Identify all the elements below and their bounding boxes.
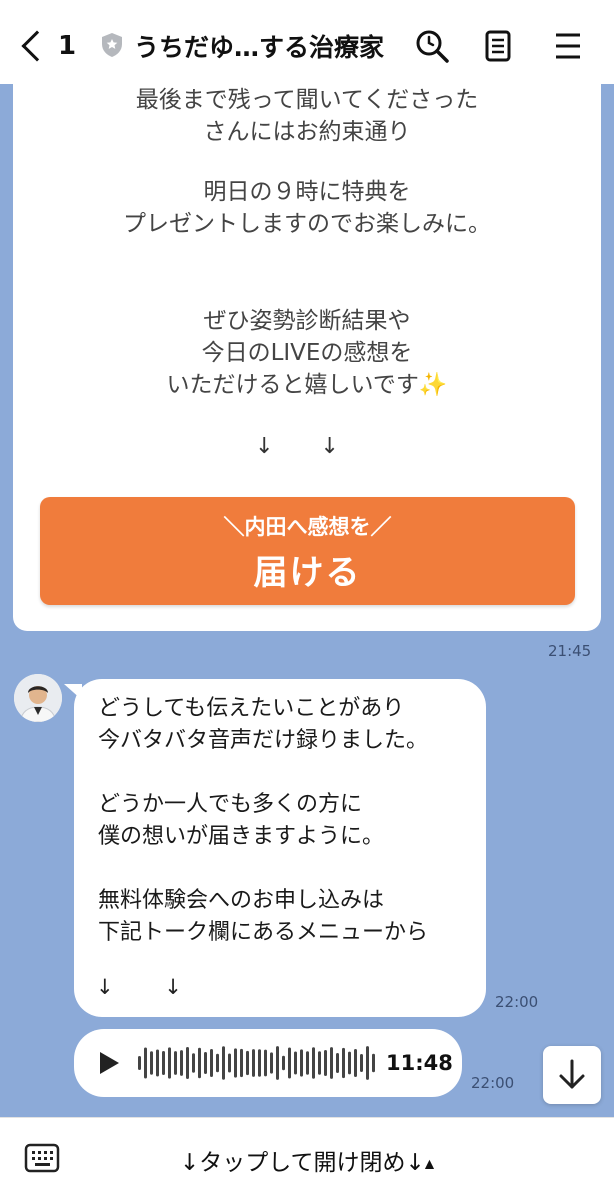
down-arrows: ↓ ↓	[96, 975, 204, 999]
waveform-bar	[276, 1046, 279, 1080]
chat-title: うちだゆ…する治療家	[134, 33, 385, 62]
rich-menu-toggle[interactable]: ↓タップして開け閉め↓▲	[120, 1143, 494, 1177]
waveform-bar	[342, 1047, 345, 1079]
waveform-bar	[138, 1056, 141, 1070]
send-feedback-button[interactable]: ＼内田へ感想を／ 届ける	[40, 497, 575, 605]
message-timestamp: 21:45	[548, 642, 592, 660]
waveform-bar	[168, 1047, 171, 1079]
waveform-bar	[336, 1052, 339, 1074]
message-timestamp: 22:00	[495, 993, 539, 1011]
chat-bubble[interactable]: どうしても伝えたいことがあり 今バタバタ音声だけ録りました。 どうか一人でも多く…	[74, 679, 486, 1017]
waveform-bar	[192, 1053, 195, 1073]
scroll-to-bottom-button[interactable]	[543, 1046, 601, 1104]
waveform-bar	[162, 1051, 165, 1075]
waveform-bar	[318, 1051, 321, 1075]
waveform-bar	[288, 1047, 291, 1079]
voice-message[interactable]: 11:48	[74, 1029, 462, 1097]
waveform-bar	[372, 1053, 375, 1073]
menu-toggle-label: ↓タップして開け閉め↓	[179, 1150, 425, 1176]
waveform-bar	[264, 1049, 267, 1077]
arrow-down-icon	[559, 1059, 585, 1089]
waveform-bar	[204, 1051, 207, 1075]
waveform-bar	[216, 1053, 219, 1073]
menu-toggle-indicator: ▲	[424, 1156, 435, 1171]
notes-icon[interactable]	[478, 26, 518, 66]
keyboard-icon[interactable]	[22, 1138, 62, 1178]
shield-icon	[102, 33, 122, 57]
chat-header: 1 うちだゆ…する治療家	[0, 0, 614, 84]
waveform-bar	[330, 1047, 333, 1079]
down-arrows: ↓ ↓	[255, 434, 359, 459]
waveform-bar	[252, 1049, 255, 1077]
waveform-bar	[300, 1049, 303, 1077]
waveform-bar	[360, 1054, 363, 1072]
card-text-line: さんにはお約束通り	[203, 119, 411, 145]
waveform-bar	[348, 1051, 351, 1075]
waveform-bar	[186, 1046, 189, 1080]
waveform-bar	[180, 1050, 183, 1076]
card-text-line: いただけると嬉しいです✨	[166, 372, 448, 398]
waveform-bar	[150, 1051, 153, 1075]
unread-count: 1	[58, 31, 77, 61]
waveform-bar	[198, 1047, 201, 1079]
waveform-bar	[312, 1047, 315, 1079]
waveform-bar	[354, 1049, 357, 1077]
bottom-menu-bar: ↓タップして開け閉め↓▲	[0, 1117, 614, 1200]
card-text-line: プレゼントしますのでお楽しみに。	[123, 211, 491, 237]
play-icon[interactable]	[100, 1052, 119, 1074]
waveform-bar	[222, 1046, 225, 1080]
waveform-bar	[246, 1050, 249, 1076]
card-text-line: 最後まで残って聞いてくださった	[135, 87, 479, 113]
back-button[interactable]: 1	[18, 28, 76, 64]
waveform-bar	[210, 1049, 213, 1077]
waveform-bar	[240, 1048, 243, 1078]
message-timestamp: 22:00	[471, 1074, 515, 1092]
waveform-bar	[156, 1049, 159, 1077]
button-label: 届ける	[253, 553, 362, 593]
audio-duration: 11:48	[386, 1051, 453, 1075]
person-icon	[14, 674, 62, 722]
waveform-bar	[324, 1049, 327, 1077]
chevron-left-icon	[21, 30, 53, 62]
waveform-bar	[228, 1053, 231, 1073]
waveform-bar	[258, 1049, 261, 1077]
waveform-bar	[144, 1047, 147, 1079]
card-text-line: 今日のLIVEの感想を	[201, 340, 413, 366]
waveform-bar	[366, 1046, 369, 1080]
card-text-line: 明日の９時に特典を	[203, 179, 411, 205]
avatar[interactable]	[14, 674, 62, 722]
waveform	[138, 1046, 375, 1080]
waveform-bar	[234, 1048, 237, 1078]
hamburger-menu-icon[interactable]	[548, 26, 588, 66]
message-text: どうしても伝えたいことがあり 今バタバタ音声だけ録りました。 どうか一人でも多く…	[98, 696, 429, 945]
rich-message-card: 最後まで残って聞いてくださった さんにはお約束通り 明日の９時に特典を プレゼン…	[13, 84, 601, 631]
waveform-bar	[270, 1052, 273, 1074]
card-text-line: ぜひ姿勢診断結果や	[203, 308, 411, 334]
search-icon[interactable]	[412, 26, 452, 66]
waveform-bar	[282, 1055, 285, 1071]
waveform-bar	[294, 1051, 297, 1075]
waveform-bar	[306, 1051, 309, 1075]
waveform-bar	[174, 1051, 177, 1075]
button-subtitle: ＼内田へ感想を／	[223, 515, 392, 539]
